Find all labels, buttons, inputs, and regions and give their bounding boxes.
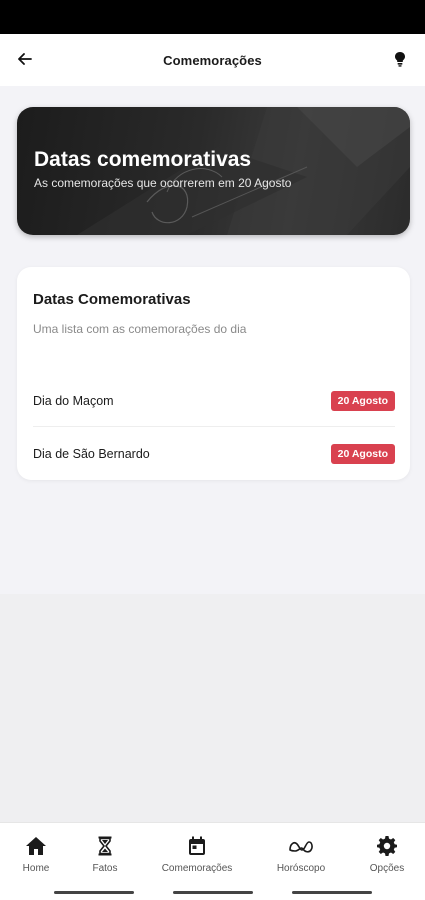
status-bar bbox=[0, 0, 425, 34]
gear-icon bbox=[377, 836, 397, 856]
nav-item-opcoes[interactable]: Opções bbox=[362, 823, 412, 885]
hero-banner: Datas comemorativas As comemorações que … bbox=[17, 107, 410, 235]
zodiac-icon bbox=[289, 841, 313, 853]
hourglass-icon bbox=[98, 836, 112, 856]
nav-label: Horóscopo bbox=[276, 863, 326, 874]
nav-item-horoscopo[interactable]: Horóscopo bbox=[271, 823, 331, 885]
lightbulb-button[interactable] bbox=[389, 48, 411, 70]
system-nav-handle[interactable] bbox=[292, 891, 372, 894]
arrow-left-icon bbox=[18, 53, 32, 65]
hero-title: Datas comemorativas bbox=[34, 148, 252, 171]
nav-item-fatos[interactable]: Fatos bbox=[80, 823, 130, 885]
system-nav-handle[interactable] bbox=[54, 891, 134, 894]
card-title: Datas Comemorativas bbox=[33, 291, 191, 308]
commemorations-card: Datas Comemorativas Uma lista com as com… bbox=[17, 267, 410, 480]
nav-label: Opções bbox=[369, 863, 405, 874]
nav-item-home[interactable]: Home bbox=[11, 823, 61, 885]
list-item[interactable]: Dia do Maçom 20 Agosto bbox=[33, 375, 395, 427]
nav-label: Fatos bbox=[92, 863, 118, 874]
calendar-icon bbox=[189, 836, 205, 855]
page-title: Comemorações bbox=[163, 52, 262, 68]
system-nav-handle[interactable] bbox=[173, 891, 253, 894]
system-navigation-bar bbox=[0, 884, 425, 900]
hero-subtitle: As comemorações que ocorrerem em 20 Agos… bbox=[34, 176, 292, 190]
app-bar: Comemorações bbox=[0, 34, 425, 86]
nav-label: Comemorações bbox=[161, 863, 233, 874]
empty-area bbox=[0, 594, 425, 822]
bottom-navigation: Home Fatos Comemorações Horóscopo Opções bbox=[0, 822, 425, 884]
list-item[interactable]: Dia de São Bernardo 20 Agosto bbox=[33, 428, 395, 480]
date-badge: 20 Agosto bbox=[330, 390, 395, 411]
nav-item-comemoracoes[interactable]: Comemorações bbox=[157, 823, 237, 885]
back-button[interactable] bbox=[14, 48, 36, 70]
list-item-name: Dia de São Bernardo bbox=[33, 447, 150, 461]
list-item-name: Dia do Maçom bbox=[33, 393, 114, 408]
date-badge: 20 Agosto bbox=[330, 444, 395, 464]
card-subtitle: Uma lista com as comemorações do dia bbox=[33, 322, 247, 336]
lightbulb-icon bbox=[395, 52, 405, 67]
home-icon bbox=[26, 837, 46, 855]
nav-label: Home bbox=[22, 863, 50, 874]
